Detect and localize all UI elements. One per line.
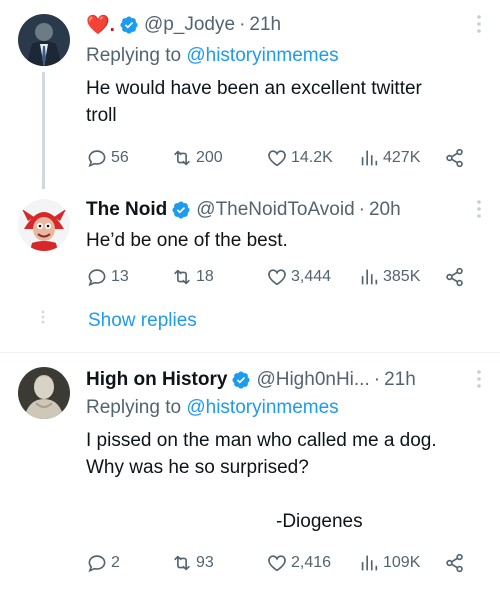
views-count: 109K <box>383 554 421 571</box>
share-button[interactable] <box>444 551 469 575</box>
avatar[interactable] <box>18 367 70 419</box>
like-count: 2,416 <box>291 554 332 571</box>
share-icon <box>446 553 463 573</box>
tweet-3[interactable]: High on History @High0nHi... · 21h Reply… <box>0 353 500 589</box>
replying-to-link[interactable]: @historyinmemes <box>186 397 338 418</box>
more-options-icon[interactable] <box>476 369 482 389</box>
more-options-icon[interactable] <box>476 14 482 34</box>
reply-button[interactable]: 2 <box>86 551 120 575</box>
retweet-count: 18 <box>196 268 214 285</box>
separator-dot: · <box>373 369 381 390</box>
like-button[interactable]: 14.2K <box>266 146 333 170</box>
replying-to: Replying to @historyinmemes <box>86 45 339 67</box>
retweet-icon <box>174 269 190 285</box>
separator-dot: · <box>358 199 365 220</box>
replying-to-link[interactable]: @historyinmemes <box>186 45 338 66</box>
views-button[interactable]: 109K <box>358 551 420 575</box>
action-bar: 56 200 14.2K 427K <box>86 146 476 170</box>
retweet-count: 93 <box>196 554 214 571</box>
views-chart-icon <box>361 150 378 166</box>
author-name[interactable]: The Noid <box>86 199 167 221</box>
retweet-button[interactable]: 18 <box>171 265 214 289</box>
author-name[interactable]: ❤️. <box>86 13 115 37</box>
share-button[interactable] <box>444 265 469 289</box>
more-options-icon[interactable] <box>476 199 482 219</box>
tweet-text-line: -Diogenes <box>276 511 363 532</box>
author-name[interactable]: High on History <box>86 369 227 391</box>
share-icon <box>446 148 463 168</box>
views-count: 385K <box>383 268 421 285</box>
separator-dot: · <box>239 14 246 35</box>
author-handle[interactable]: @p_Jodye <box>144 14 235 36</box>
reply-icon <box>88 150 106 168</box>
reply-icon <box>88 555 106 573</box>
verified-badge-icon <box>172 201 190 219</box>
like-count: 3,444 <box>291 268 332 285</box>
heart-icon <box>268 269 286 286</box>
tweet-text-line: I pissed on the man who called me a dog. <box>86 430 437 451</box>
reply-icon <box>88 269 106 287</box>
timestamp[interactable]: 21h <box>249 14 281 36</box>
replying-to: Replying to @historyinmemes <box>86 397 339 419</box>
tweet-1[interactable]: ❤️. @p_Jodye · 21h Replying to @historyi… <box>0 0 500 189</box>
avatar[interactable] <box>18 14 70 66</box>
retweet-icon <box>174 150 190 166</box>
thread-dots-icon <box>40 310 46 324</box>
tweet-text: I pissed on the man who called me a dog.… <box>86 427 481 535</box>
reply-count: 56 <box>111 149 129 166</box>
author-handle[interactable]: @TheNoidToAvoid <box>196 199 354 221</box>
verified-badge-icon <box>120 16 138 34</box>
retweet-icon <box>174 555 190 571</box>
timestamp[interactable]: 21h <box>384 369 416 391</box>
tweet-text: He’d be one of the best. <box>86 227 481 254</box>
reply-count: 13 <box>111 268 129 285</box>
tweet-text-line: He would have been an excellent twitter <box>86 78 422 99</box>
views-button[interactable]: 385K <box>358 265 420 289</box>
tweet-2[interactable]: The Noid @TheNoidToAvoid · 20h He’d be o… <box>0 185 500 324</box>
action-bar: 13 18 3,444 385K <box>86 265 476 289</box>
views-button[interactable]: 427K <box>358 146 420 170</box>
views-chart-icon <box>361 269 378 285</box>
tweet-text-line: troll <box>86 105 117 126</box>
timestamp[interactable]: 20h <box>369 199 401 221</box>
retweet-button[interactable]: 93 <box>171 551 214 575</box>
tweet-text-line: He’d be one of the best. <box>86 230 288 251</box>
heart-icon <box>268 150 286 167</box>
action-bar: 2 93 2,416 109K <box>86 551 476 575</box>
heart-icon <box>268 555 286 572</box>
replying-to-label: Replying to <box>86 45 182 66</box>
like-button[interactable]: 3,444 <box>266 265 331 289</box>
tweet-header: ❤️. @p_Jodye · 21h <box>86 12 281 38</box>
like-button[interactable]: 2,416 <box>266 551 331 575</box>
reply-button[interactable]: 13 <box>86 265 129 289</box>
share-button[interactable] <box>444 146 469 170</box>
reply-count: 2 <box>111 554 120 571</box>
tweet-header: The Noid @TheNoidToAvoid · 20h <box>86 197 401 223</box>
thread-line <box>42 72 45 189</box>
views-chart-icon <box>361 555 378 571</box>
show-replies-link[interactable]: Show replies <box>88 310 197 332</box>
tweet-header: High on History @High0nHi... · 21h <box>86 367 416 393</box>
replying-to-label: Replying to <box>86 397 182 418</box>
avatar[interactable] <box>18 199 70 251</box>
author-handle[interactable]: @High0nHi... <box>256 369 369 391</box>
retweet-count: 200 <box>196 149 223 166</box>
verified-badge-icon <box>232 371 250 389</box>
like-count: 14.2K <box>291 149 333 166</box>
tweet-text-line: Why was he so surprised? <box>86 457 309 478</box>
retweet-button[interactable]: 200 <box>171 146 223 170</box>
tweet-text: He would have been an excellent twitter … <box>86 75 481 129</box>
share-icon <box>446 267 463 287</box>
reply-button[interactable]: 56 <box>86 146 129 170</box>
views-count: 427K <box>383 149 421 166</box>
